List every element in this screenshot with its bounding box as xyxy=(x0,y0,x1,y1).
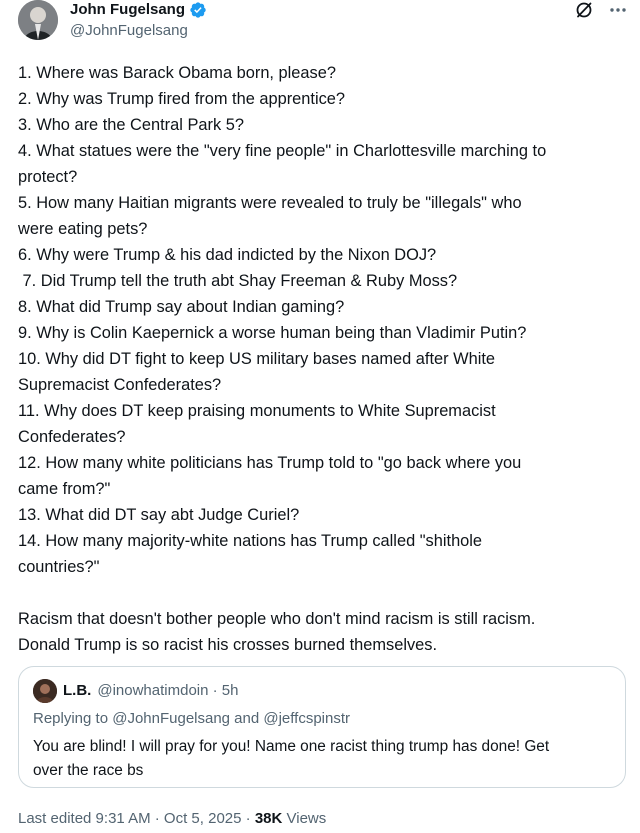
tweet-line: were eating pets? xyxy=(18,220,148,238)
tweet-line: 11. Why does DT keep praising monuments … xyxy=(18,402,496,420)
quoted-tweet-card[interactable]: L.B. @inowhatimdoin · 5h Replying to @Jo… xyxy=(18,666,626,788)
tweet-footer: Last edited 9:31 AM · Oct 5, 2025 · 38K … xyxy=(18,808,326,830)
tweet-line: 5. How many Haitian migrants were reveal… xyxy=(18,194,522,212)
quoted-display-name[interactable]: L.B. xyxy=(63,681,91,701)
author-name-row: John Fugelsang xyxy=(70,0,207,20)
quoted-replying-to[interactable]: Replying to @JohnFugelsang and @jeffcspi… xyxy=(33,709,350,729)
tweet-line: 1. Where was Barack Obama born, please? xyxy=(18,64,336,82)
author-avatar[interactable] xyxy=(18,0,58,40)
quoted-line: over the race bs xyxy=(33,762,144,779)
quoted-header: L.B. @inowhatimdoin · 5h xyxy=(63,681,238,701)
tweet-line: 2. Why was Trump fired from the apprenti… xyxy=(18,90,346,108)
author-display-name[interactable]: John Fugelsang xyxy=(70,0,185,20)
tweet-line: 13. What did DT say abt Judge Curiel? xyxy=(18,506,300,524)
tweet-line: Confederates? xyxy=(18,428,126,446)
author-avatar-photo xyxy=(18,0,58,40)
tweet-line: 12. How many white politicians has Trump… xyxy=(18,454,522,472)
edited-timestamp[interactable]: Last edited 9:31 AM · Oct 5, 2025 · xyxy=(18,810,255,827)
tweet-line: protect? xyxy=(18,168,78,186)
tweet-line: 4. What statues were the "very fine peop… xyxy=(18,142,547,160)
views-label: Views xyxy=(282,810,327,827)
tweet-closing-line: Donald Trump is so racist his crosses bu… xyxy=(18,636,438,654)
tweet-line: 9. Why is Colin Kaepernick a worse human… xyxy=(18,324,527,342)
tweet-line: 3. Who are the Central Park 5? xyxy=(18,116,244,134)
grok-icon[interactable] xyxy=(574,0,594,20)
tweet-line: came from?" xyxy=(18,480,111,498)
tweet-line: 7. Did Trump tell the truth abt Shay Fre… xyxy=(18,272,458,290)
quoted-avatar-photo xyxy=(33,679,57,703)
verified-badge-icon xyxy=(189,1,207,19)
author-handle[interactable]: @JohnFugelsang xyxy=(70,21,188,41)
tweet: John Fugelsang @JohnFugelsang 1. Where w… xyxy=(0,0,640,833)
tweet-line: 6. Why were Trump & his dad indicted by … xyxy=(18,246,437,264)
quoted-line: You are blind! I will pray for you! Name… xyxy=(33,738,550,755)
tweet-actions-top xyxy=(574,0,628,20)
more-dots-icon[interactable] xyxy=(608,0,628,20)
tweet-line: countries?" xyxy=(18,558,100,576)
quoted-handle-time[interactable]: @inowhatimdoin · 5h xyxy=(97,681,238,701)
tweet-closing-line: Racism that doesn't bother people who do… xyxy=(18,610,536,628)
tweet-line: Supremacist Confederates? xyxy=(18,376,222,394)
tweet-body: 1. Where was Barack Obama born, please? … xyxy=(18,60,630,658)
views-count[interactable]: 38K xyxy=(255,810,283,827)
tweet-line: 8. What did Trump say about Indian gamin… xyxy=(18,298,345,316)
quoted-author-avatar[interactable] xyxy=(33,679,57,703)
tweet-line: 10. Why did DT fight to keep US military… xyxy=(18,350,496,368)
quoted-body: You are blind! I will pray for you! Name… xyxy=(33,735,603,783)
tweet-line: 14. How many majority-white nations has … xyxy=(18,532,483,550)
